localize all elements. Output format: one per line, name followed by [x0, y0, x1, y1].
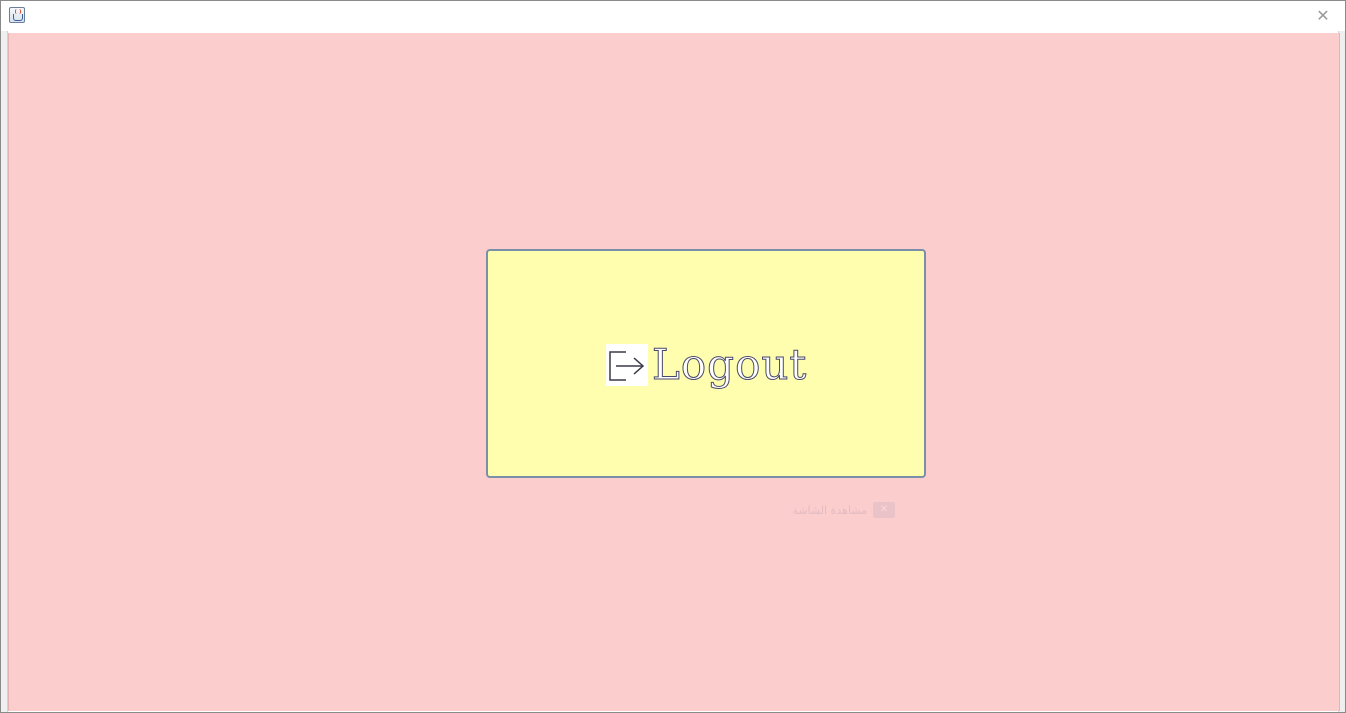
faded-tooltip-icon: ✕ [873, 502, 895, 518]
logout-arrow-icon [606, 344, 648, 386]
content-panel: Logout مشاهدة الشاشة ✕ [8, 33, 1340, 711]
faded-tooltip: مشاهدة الشاشة ✕ [689, 500, 895, 520]
logout-button[interactable]: Logout [486, 249, 926, 478]
app-window: ✕ Logout مشاهدة الشاشة ✕ [0, 0, 1346, 713]
java-cup-icon[interactable] [9, 7, 25, 23]
window-frame-left [1, 31, 8, 712]
logout-button-content: Logout [606, 340, 808, 389]
close-button[interactable]: ✕ [1311, 5, 1335, 27]
logout-label: Logout [651, 340, 808, 389]
window-titlebar[interactable]: ✕ [1, 1, 1345, 31]
faded-tooltip-text: مشاهدة الشاشة [792, 503, 867, 517]
